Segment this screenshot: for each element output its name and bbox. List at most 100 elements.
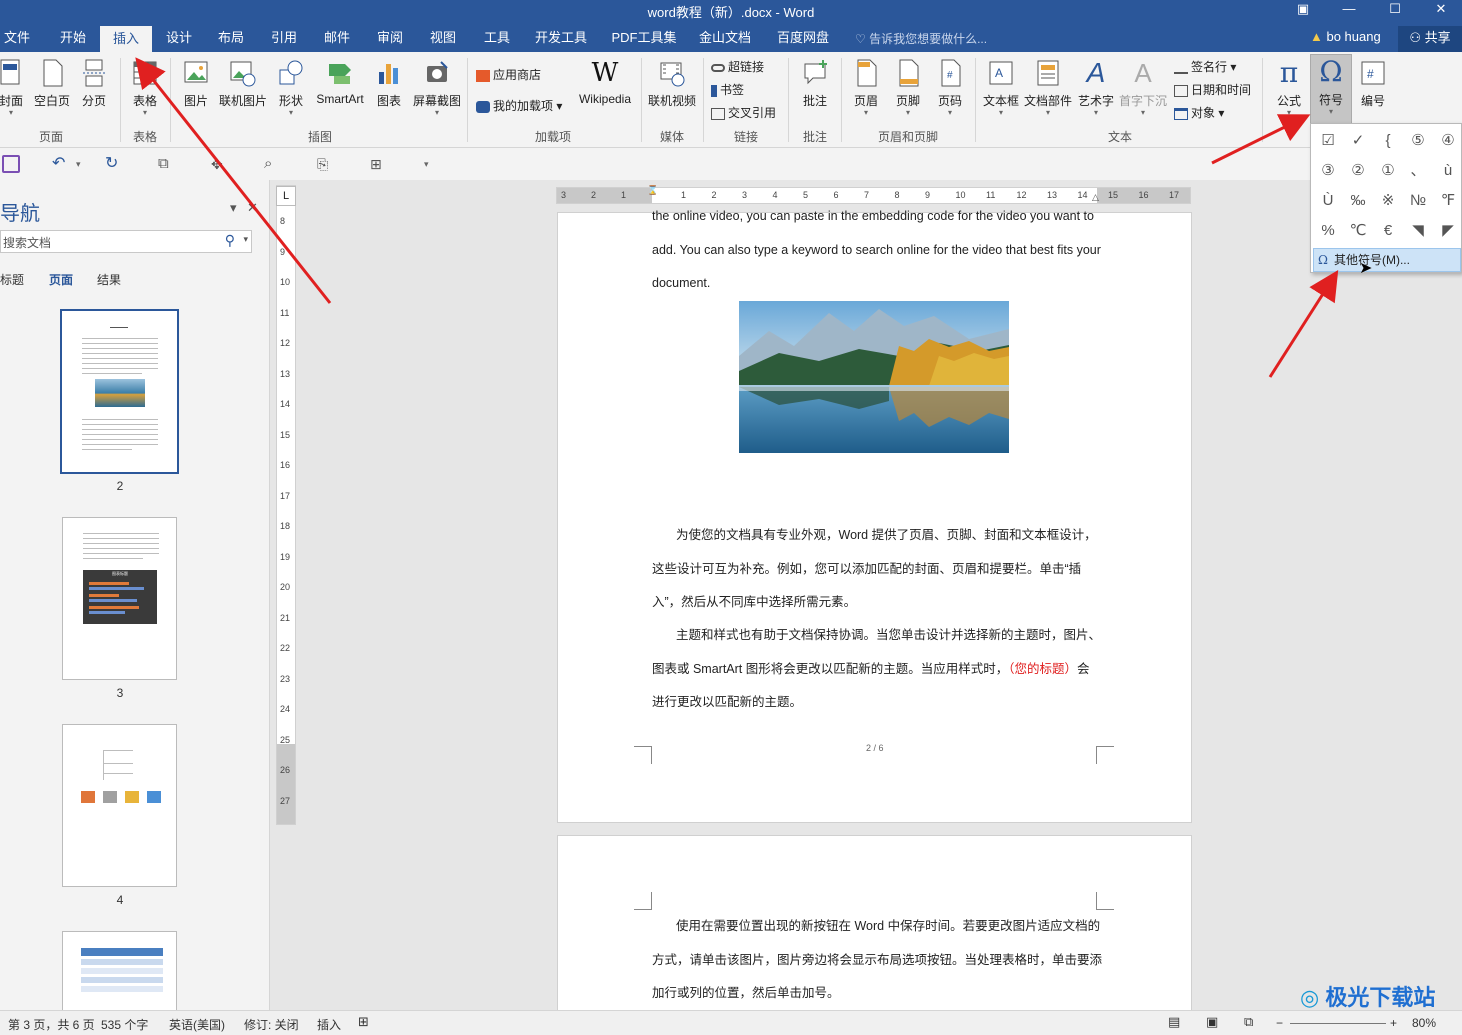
hyperlink-button[interactable]: 超链接 — [711, 58, 764, 75]
symbol-cell[interactable]: ① — [1373, 156, 1403, 186]
undo-icon[interactable]: ↶ — [52, 155, 70, 173]
track-changes-indicator[interactable]: 修订: 关闭 — [244, 1016, 299, 1033]
wikipedia-button[interactable]: W Wikipedia — [574, 56, 636, 106]
search-icon[interactable]: ⚲ — [225, 232, 235, 249]
web-layout-view-icon[interactable]: ⧉ — [1244, 1014, 1253, 1030]
tab-home[interactable]: 开始 — [50, 26, 96, 52]
nav-tab-results[interactable]: 结果 — [97, 271, 121, 288]
tab-selector[interactable]: L — [276, 186, 296, 206]
tab-insert[interactable]: 插入 — [100, 26, 152, 52]
symbol-cell[interactable]: ② — [1343, 156, 1373, 186]
symbol-cell[interactable]: 、 — [1403, 156, 1433, 186]
zoom-level[interactable]: 80% — [1412, 1016, 1436, 1030]
blank-page-button[interactable]: 空白页 — [34, 56, 70, 109]
page-thumbnail[interactable]: 图表标题 — [62, 517, 177, 680]
zoom-in-icon[interactable]: + — [1390, 1016, 1397, 1030]
minimize-button[interactable]: — — [1326, 0, 1372, 20]
symbol-cell[interactable]: % — [1313, 216, 1343, 246]
print-layout-view-icon[interactable]: ▣ — [1206, 1014, 1218, 1030]
tab-tools[interactable]: 工具 — [476, 26, 518, 52]
symbol-cell[interactable]: Ù — [1313, 186, 1343, 216]
tab-view[interactable]: 视图 — [422, 26, 464, 52]
symbol-cell[interactable]: ※ — [1373, 186, 1403, 216]
symbol-cell[interactable]: № — [1403, 186, 1433, 216]
picture-button[interactable]: 图片 — [178, 56, 214, 109]
tab-layout[interactable]: 布局 — [210, 26, 252, 52]
symbol-cell[interactable]: € — [1373, 216, 1403, 246]
read-mode-icon[interactable]: ⧉ — [158, 155, 176, 173]
symbol-cell[interactable]: ◤ — [1433, 216, 1462, 246]
symbol-cell[interactable]: ‰ — [1343, 186, 1373, 216]
page-thumbnail[interactable] — [62, 931, 177, 1010]
paragraph[interactable]: 使用在需要位置出现的新按钮在 Word 中保存时间。若要更改图片适应文档的方式，… — [652, 910, 1102, 1011]
paragraph[interactable]: 为使您的文档具有专业外观，Word 提供了页眉、页脚、封面和文本框设计，这些设计… — [652, 519, 1102, 620]
customize-icon[interactable]: ⊞ — [370, 155, 388, 173]
tell-me-box[interactable]: ♡ 告诉我您想要做什么... — [855, 30, 987, 47]
equation-button[interactable]: π 公式 ▾ — [1270, 56, 1308, 117]
dropcap-button[interactable]: A 首字下沉 ▾ — [1118, 56, 1168, 117]
nav-tab-pages[interactable]: 页面 — [49, 271, 73, 288]
read-mode-view-icon[interactable]: ▤ — [1168, 1014, 1180, 1030]
wordart-button[interactable]: A 艺术字 ▾ — [1076, 56, 1116, 117]
my-addins-button[interactable]: 我的加载项 ▾ — [476, 97, 562, 114]
symbol-cell[interactable]: ☑ — [1313, 126, 1343, 156]
redo-icon[interactable]: ↻ — [105, 155, 123, 173]
save-icon[interactable] — [2, 155, 20, 173]
symbol-cell[interactable]: ù — [1433, 156, 1462, 186]
symbol-cell[interactable]: ⑤ — [1403, 126, 1433, 156]
tab-references[interactable]: 引用 — [263, 26, 305, 52]
qat-more-icon[interactable]: ▾ — [424, 155, 442, 173]
tab-baidu-netdisk[interactable]: 百度网盘 — [772, 26, 834, 52]
paragraph[interactable]: the online video, you can paste in the e… — [652, 200, 1102, 301]
more-symbols-menu-item[interactable]: Ω 其他符号(M)... — [1313, 248, 1461, 272]
symbol-cell[interactable]: ✓ — [1343, 126, 1373, 156]
cross-reference-button[interactable]: 交叉引用 — [711, 104, 776, 121]
nav-tab-headings[interactable]: 标题 — [0, 271, 24, 288]
paragraph[interactable]: 主题和样式也有助于文档保持协调。当您单击设计并选择新的主题时，图片、图表或 Sm… — [652, 619, 1102, 720]
screenshot-button[interactable]: 屏幕截图 ▾ — [410, 56, 464, 117]
zoom-slider[interactable] — [1290, 1023, 1386, 1024]
page-break-button[interactable]: 分页 — [78, 56, 110, 109]
maximize-button[interactable]: ☐ — [1372, 0, 1418, 20]
page-thumbnail[interactable] — [62, 724, 177, 887]
print-preview-icon[interactable]: ⌕ — [264, 155, 282, 173]
user-account[interactable]: ▲ bo huang — [1310, 29, 1381, 44]
online-picture-button[interactable]: 联机图片 — [216, 56, 270, 109]
touch-mode-icon[interactable]: ✥ — [211, 155, 229, 173]
nav-options-icon[interactable]: ▾ — [230, 200, 237, 216]
cover-button[interactable]: 封面 ▾ — [0, 56, 26, 117]
symbol-cell[interactable]: ℃ — [1343, 216, 1373, 246]
tab-mailings[interactable]: 邮件 — [316, 26, 358, 52]
symbol-cell[interactable]: ◥ — [1403, 216, 1433, 246]
comment-button[interactable]: 批注 — [796, 56, 834, 109]
page-number-button[interactable]: # 页码 ▾ — [932, 56, 968, 117]
quick-parts-button[interactable]: 文档部件 ▾ — [1023, 56, 1073, 117]
header-button[interactable]: 页眉 ▾ — [848, 56, 884, 117]
ribbon-display-icon[interactable]: ▣ — [1280, 0, 1326, 20]
nav-search-input[interactable]: 搜索文档 ⚲ ▾ — [0, 230, 252, 253]
symbol-cell[interactable]: ℉ — [1433, 186, 1462, 216]
date-time-button[interactable]: 日期和时间 — [1174, 81, 1251, 98]
symbol-cell[interactable]: { — [1373, 126, 1403, 156]
indent-marker[interactable]: ⌛ — [647, 185, 658, 196]
symbol-button[interactable]: Ω 符号 ▾ — [1310, 54, 1352, 124]
page-count[interactable]: 第 3 页，共 6 页 — [8, 1016, 95, 1033]
textbox-button[interactable]: A 文本框 ▾ — [980, 56, 1022, 117]
nav-close-icon[interactable]: ✕ — [247, 200, 258, 216]
store-button[interactable]: 应用商店 — [476, 66, 541, 83]
smartart-button[interactable]: SmartArt — [312, 56, 368, 106]
shapes-button[interactable]: 形状 ▾ — [274, 56, 308, 117]
zoom-out-icon[interactable]: − — [1276, 1016, 1283, 1030]
tab-pdf-tools[interactable]: PDF工具集 — [608, 26, 680, 52]
undo-dropdown-icon[interactable]: ▾ — [76, 155, 94, 173]
macro-record-icon[interactable]: ⊞ — [358, 1014, 369, 1030]
chart-button[interactable]: 图表 — [372, 56, 406, 109]
word-count[interactable]: 535 个字 — [101, 1016, 148, 1033]
footer-button[interactable]: 页脚 ▾ — [890, 56, 926, 117]
language-indicator[interactable]: 英语(美国) — [169, 1016, 225, 1033]
lake-photo[interactable] — [739, 301, 1009, 453]
online-video-button[interactable]: 联机视频 — [646, 56, 698, 109]
numbering-button[interactable]: # 编号 — [1354, 56, 1392, 109]
signature-line-button[interactable]: 签名行 ▾ — [1174, 58, 1236, 75]
page-thumbnail[interactable] — [60, 309, 179, 474]
